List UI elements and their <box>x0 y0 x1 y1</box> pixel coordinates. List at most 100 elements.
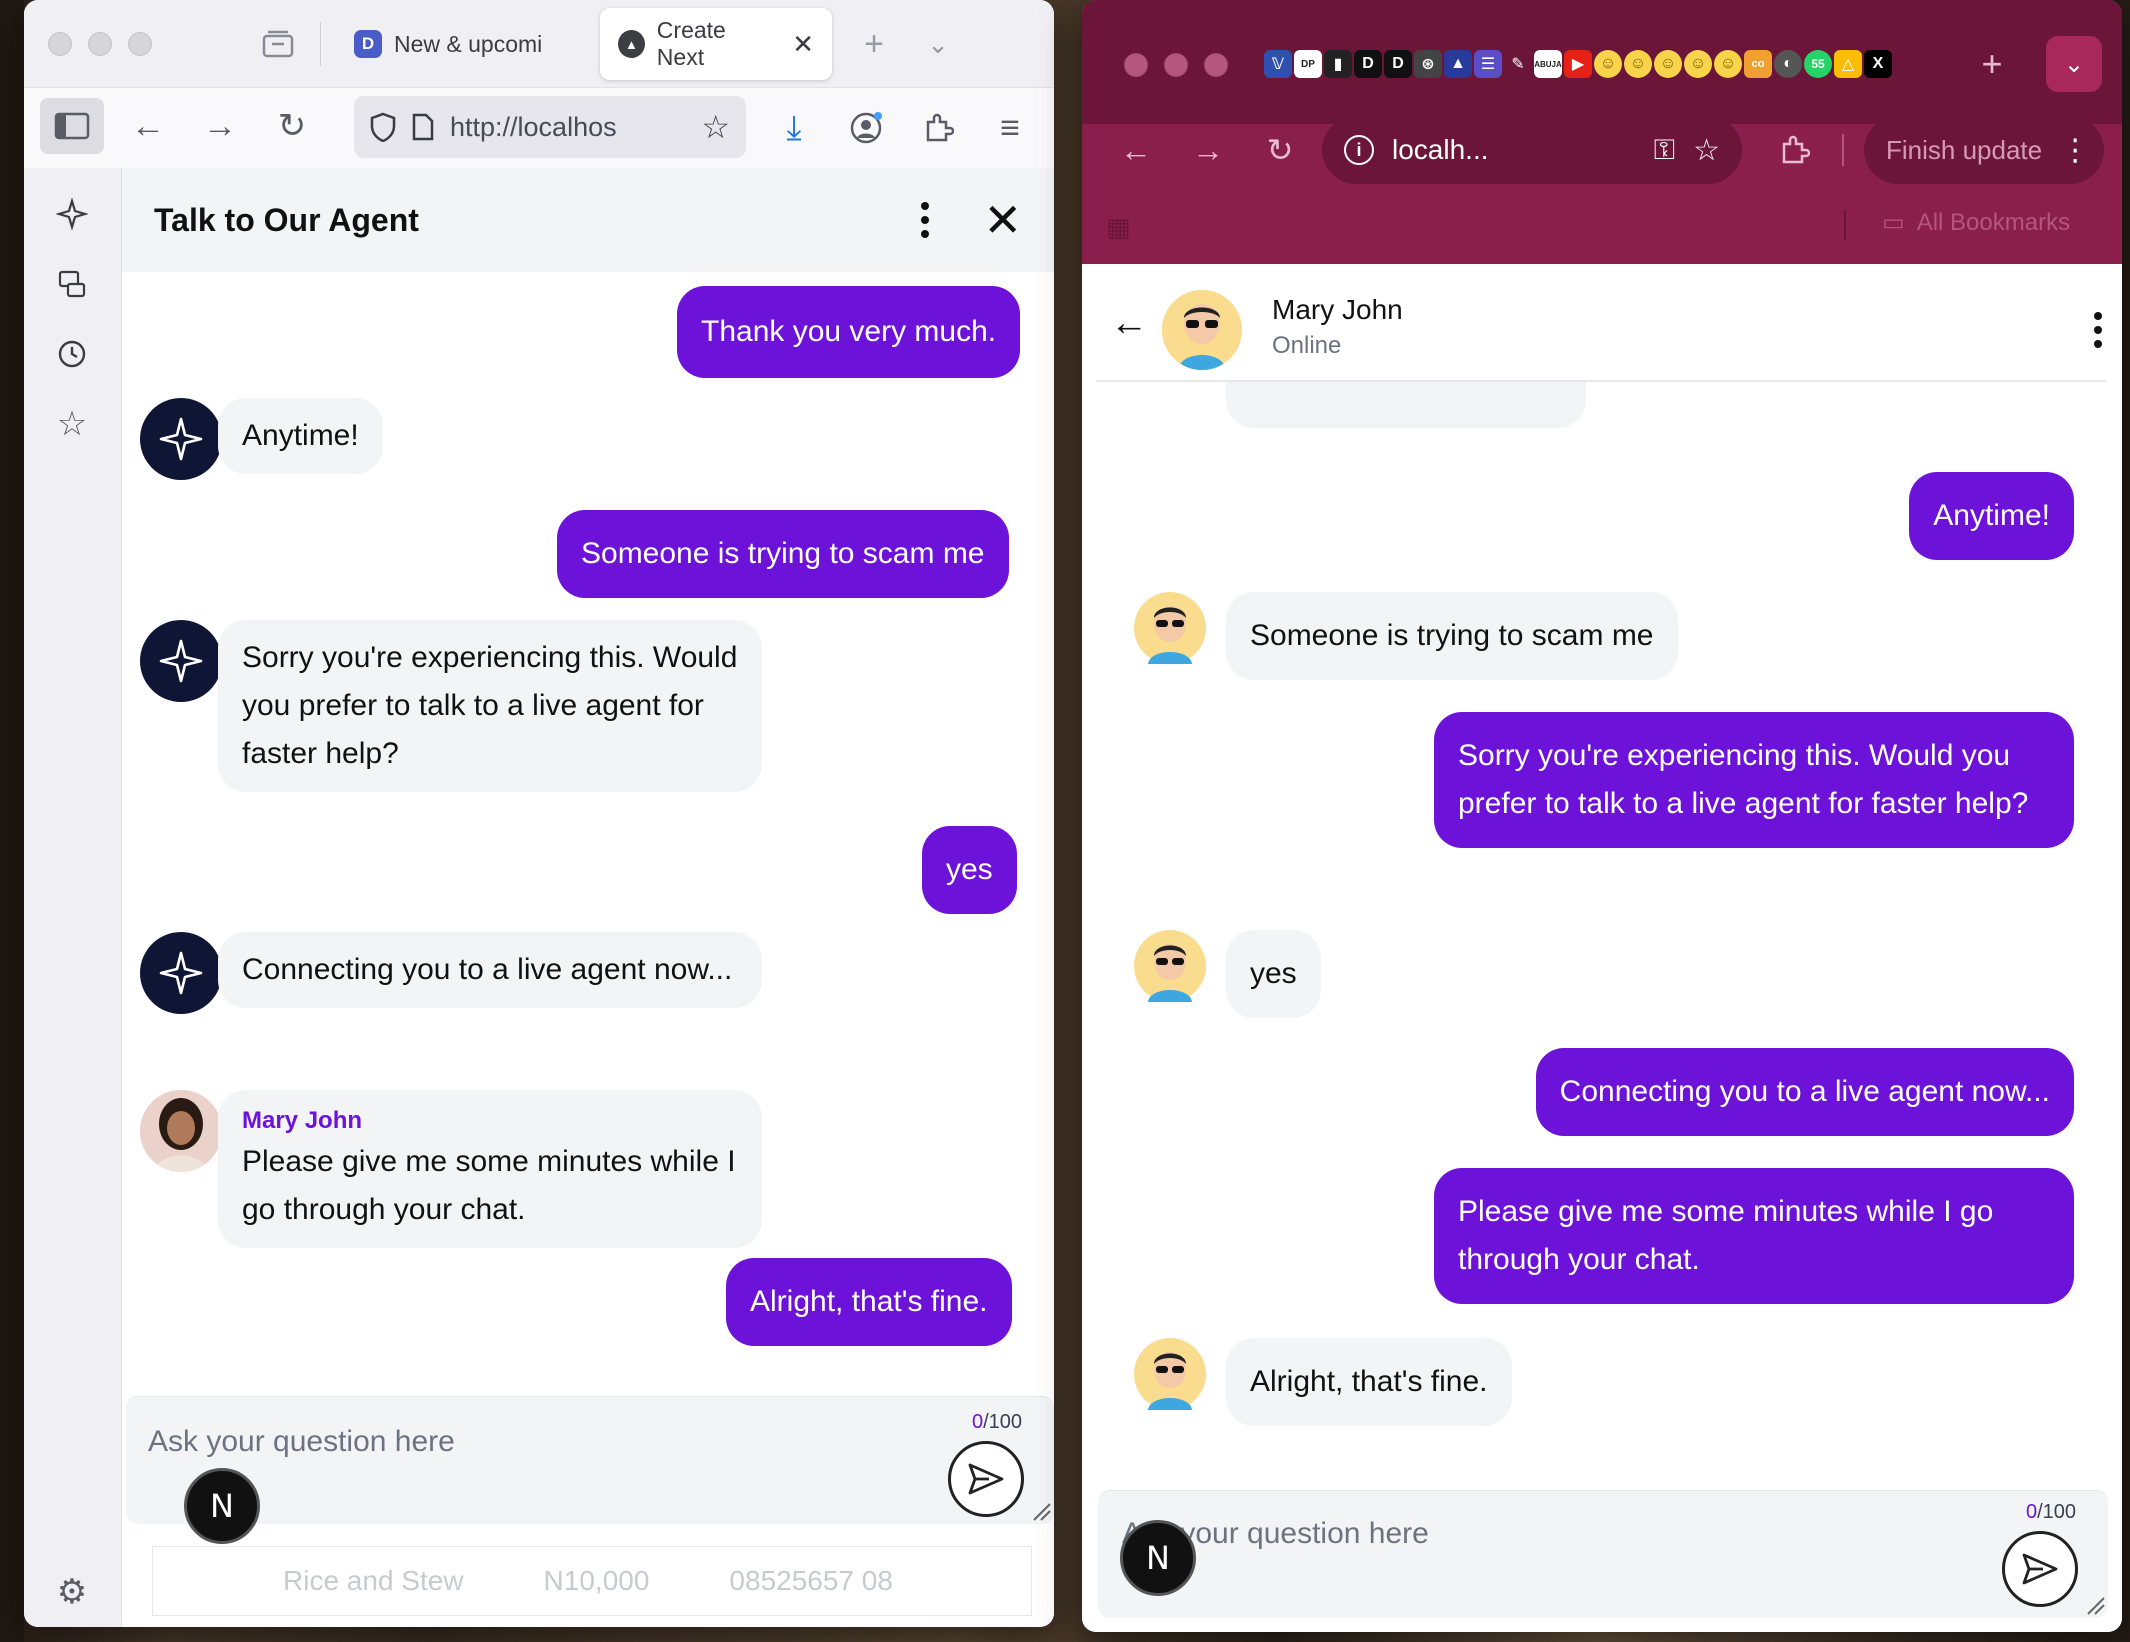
tab-search-chevron-icon[interactable]: ⌄ <box>2046 36 2102 92</box>
password-key-icon[interactable]: ⚿ <box>1654 134 1675 167</box>
user-message: Thank you very much. <box>677 286 1021 378</box>
pinned-tab-icon[interactable]: ▲ <box>1444 50 1472 78</box>
agent-chat-page: ← Mary John Online Anytime! Someone is t… <box>1082 264 2122 1632</box>
tab-list-chevron-icon[interactable]: ⌄ <box>914 20 962 68</box>
character-counter: 0/100 <box>2025 1501 2076 1523</box>
user-message: Someone is trying to scam me <box>557 510 1009 598</box>
resize-handle-icon[interactable] <box>2084 1594 2106 1616</box>
emoji-tab-icon[interactable]: ☺ <box>1624 50 1652 78</box>
all-bookmarks-folder[interactable]: ▭ All Bookmarks <box>1882 208 2070 237</box>
pinned-tab-icon[interactable]: DP <box>1294 50 1322 78</box>
forward-arrow-icon[interactable]: → <box>196 102 244 150</box>
new-tab-icon[interactable]: + <box>1968 40 2016 88</box>
extensions-icon[interactable] <box>1770 126 1818 174</box>
site-favicon-icon: D <box>354 30 382 58</box>
site-info-icon[interactable]: i <box>1344 135 1374 165</box>
chatgpt-tab-icon[interactable]: ⊛ <box>1414 50 1442 78</box>
emoji-tab-icon[interactable]: ☺ <box>1684 50 1712 78</box>
hamburger-menu-icon[interactable]: ≡ <box>986 104 1034 152</box>
downloads-icon[interactable]: ⤓ <box>770 104 818 152</box>
customer-avatar <box>1130 930 1210 1002</box>
agent-avatar <box>140 1090 222 1172</box>
chrome-menu-icon[interactable]: ⋮ <box>2060 133 2090 168</box>
row-phone: 08525657 08 <box>729 1565 893 1596</box>
tab-groups-icon[interactable] <box>254 20 302 68</box>
chat-input-area[interactable]: Ask your question here 0/100 <box>126 1396 1054 1524</box>
bookmark-star-icon[interactable]: ☆ <box>1693 133 1720 168</box>
forward-arrow-icon[interactable]: → <box>1184 126 1232 174</box>
extensions-icon[interactable] <box>914 104 962 152</box>
tab-label: New & upcomi <box>394 30 543 57</box>
send-icon <box>968 1463 1004 1495</box>
pinned-tab-icon[interactable]: D <box>1384 50 1412 78</box>
synced-tabs-icon[interactable] <box>48 260 96 308</box>
bot-avatar-icon <box>140 398 222 480</box>
chat-input-area[interactable]: Ask your question here 0/100 <box>1098 1490 2108 1618</box>
youtube-tab-icon[interactable]: ▶ <box>1564 50 1592 78</box>
send-button[interactable] <box>2002 1531 2078 1607</box>
pinned-tab-icon[interactable]: co <box>1744 50 1772 78</box>
omnibox[interactable]: i localh... ⚿ ☆ <box>1322 116 1742 184</box>
pinned-tab-icon[interactable]: D <box>1354 50 1382 78</box>
bookmarks-star-icon[interactable]: ☆ <box>48 400 96 448</box>
nextjs-dev-badge[interactable]: N <box>184 1468 260 1544</box>
minimize-window-button[interactable] <box>1164 53 1188 77</box>
bot-message: Connecting you to a live agent now... <box>218 932 762 1008</box>
close-chat-icon[interactable]: ✕ <box>983 197 1022 243</box>
back-arrow-icon[interactable]: ← <box>1110 302 1148 345</box>
firefox-tab-bar: D New & upcomi ▲ Create Next ✕ + ⌄ <box>24 0 1054 88</box>
back-arrow-icon[interactable]: ← <box>1112 126 1160 174</box>
resize-handle-icon[interactable] <box>1030 1500 1052 1522</box>
ai-sparkle-icon[interactable] <box>48 190 96 238</box>
zoom-window-button[interactable] <box>128 32 152 56</box>
page-icon <box>412 113 434 141</box>
emoji-tab-icon[interactable]: ☺ <box>1594 50 1622 78</box>
url-bar[interactable]: http://localhos ☆ <box>354 96 746 158</box>
pinned-tab-icon[interactable]: 𝕍 <box>1264 50 1292 78</box>
close-window-button[interactable] <box>1124 53 1148 77</box>
customer-message: yes <box>1226 930 1321 1018</box>
x-tab-icon[interactable]: X <box>1864 50 1892 78</box>
drive-tab-icon[interactable]: △ <box>1834 50 1862 78</box>
omnibox-url: localh... <box>1392 134 1489 165</box>
emoji-tab-icon[interactable]: ☺ <box>1654 50 1682 78</box>
nextjs-dev-badge[interactable]: N <box>1120 1520 1196 1596</box>
apps-grid-icon[interactable]: ▦ <box>1106 212 1134 242</box>
tab-create-next[interactable]: ▲ Create Next ✕ <box>600 8 832 80</box>
more-options-icon[interactable] <box>919 202 931 238</box>
chat-header: Talk to Our Agent ✕ <box>122 168 1054 272</box>
agent-message: Mary John Please give me some minutes wh… <box>218 1090 762 1248</box>
pinned-tab-icon[interactable]: ◐ <box>1774 50 1802 78</box>
pinned-tab-icon[interactable]: ▮ <box>1324 50 1352 78</box>
character-counter: 0/100 <box>971 1411 1022 1433</box>
reload-icon[interactable]: ↻ <box>1256 126 1304 174</box>
back-arrow-icon[interactable]: ← <box>124 102 172 150</box>
account-icon[interactable] <box>842 104 890 152</box>
bot-avatar-icon <box>140 932 222 1014</box>
agent-message-text: Please give me some minutes while I go t… <box>242 1145 736 1226</box>
url-text: http://localhos <box>450 111 617 142</box>
send-button[interactable] <box>948 1441 1024 1517</box>
pinned-tab-icon[interactable]: ABUJA <box>1534 50 1562 78</box>
zoom-window-button[interactable] <box>1204 53 1228 77</box>
close-window-button[interactable] <box>48 32 72 56</box>
history-clock-icon[interactable] <box>48 330 96 378</box>
emoji-tab-icon[interactable]: ☺ <box>1714 50 1742 78</box>
contact-name: Mary John <box>1272 294 1403 325</box>
minimize-window-button[interactable] <box>88 32 112 56</box>
close-tab-icon[interactable]: ✕ <box>792 29 814 60</box>
row-item: Rice and Stew <box>283 1565 464 1596</box>
whatsapp-tab-icon[interactable]: 55 <box>1804 50 1832 78</box>
finish-update-label: Finish update <box>1886 134 2043 165</box>
bookmark-star-icon[interactable]: ☆ <box>701 108 730 146</box>
tab-new-upcoming[interactable]: D New & upcomi <box>336 8 586 80</box>
pinned-tab-icon[interactable]: ✎ <box>1504 50 1532 78</box>
settings-gear-icon[interactable]: ⚙ <box>48 1568 96 1616</box>
new-tab-icon[interactable]: + <box>850 20 898 68</box>
sidebar-toggle-button[interactable] <box>40 98 104 154</box>
more-options-icon[interactable] <box>2092 312 2104 348</box>
list-tab-icon[interactable]: ☰ <box>1474 50 1502 78</box>
finish-update-button[interactable]: Finish update ⋮ <box>1864 116 2104 184</box>
reload-icon[interactable]: ↻ <box>268 102 316 150</box>
shield-icon <box>370 112 396 142</box>
